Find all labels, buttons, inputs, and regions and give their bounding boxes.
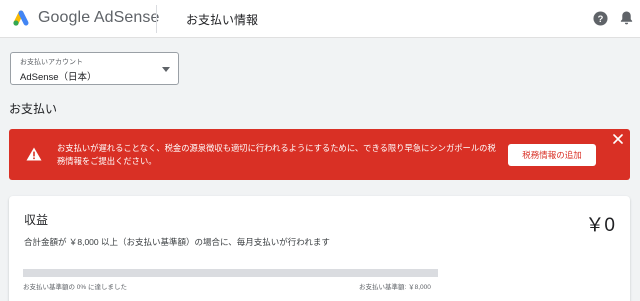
bell-icon[interactable]: [619, 10, 634, 26]
top-app-bar: Google AdSense お支払い情報 ?: [0, 0, 640, 38]
earnings-amount: ￥0: [585, 215, 615, 236]
payment-threshold-progress-bar: [23, 269, 438, 277]
header-divider: [156, 5, 157, 33]
payment-account-select[interactable]: お支払いアカウント AdSense（日本）: [10, 52, 179, 85]
warning-icon: [26, 147, 42, 161]
payment-threshold-label: お支払い基準額: ￥8,000: [359, 284, 431, 291]
help-icon[interactable]: ?: [593, 11, 608, 26]
page-title: お支払い情報: [186, 13, 259, 27]
adsense-logo-icon[interactable]: [11, 8, 31, 28]
svg-text:?: ?: [598, 14, 604, 24]
payment-account-value: AdSense（日本）: [20, 72, 97, 83]
payments-section-title: お支払い: [9, 102, 58, 116]
payment-threshold-description: 合計金額が ￥8,000 以上（お支払い基準額）の場合に、毎月支払いが行われます: [24, 237, 330, 247]
progress-percent-label: お支払い基準額の 0% に達しました: [23, 284, 128, 291]
tax-info-alert-banner: お支払いが遅れることなく、税金の源泉徴収も適切に行われるようにするために、できる…: [9, 129, 630, 180]
close-icon[interactable]: [613, 134, 623, 144]
alert-message: お支払いが遅れることなく、税金の源泉徴収も適切に行われるようにするために、できる…: [57, 143, 496, 166]
brand-name[interactable]: Google AdSense: [38, 9, 160, 27]
payment-account-label: お支払いアカウント: [20, 59, 83, 66]
chevron-down-icon: [162, 67, 170, 72]
add-tax-info-button[interactable]: 税務情報の追加: [508, 144, 596, 166]
earnings-card: 収益 ￥0 合計金額が ￥8,000 以上（お支払い基準額）の場合に、毎月支払い…: [9, 196, 630, 301]
earnings-title: 収益: [24, 213, 49, 227]
